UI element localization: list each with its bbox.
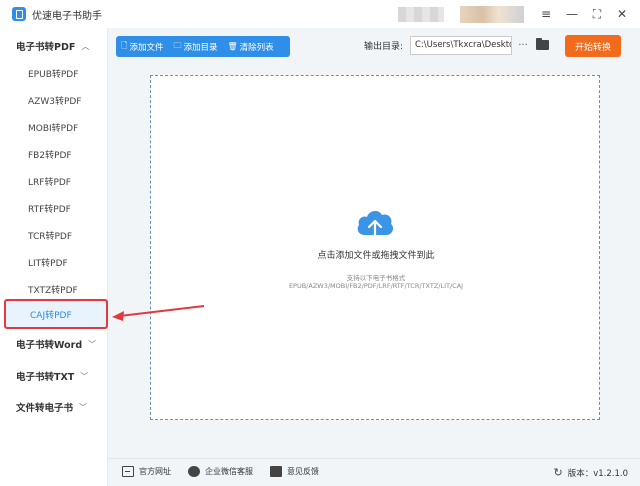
footer-bar: 官方网址 企业微信客服 意见反馈 ↻ 版本：v1.2.1.0 <box>108 458 640 486</box>
sidebar-group-ebook-to-txt[interactable]: 电子书转TXT ﹀ <box>0 362 108 390</box>
sidebar-item-lrf[interactable]: LRF转PDF <box>0 168 108 195</box>
sidebar-item-rtf[interactable]: RTF转PDF <box>0 195 108 222</box>
sidebar-group-ebook-to-pdf[interactable]: 电子书转PDF ︿ <box>0 32 108 60</box>
add-folder-label: 添加目录 <box>183 42 218 53</box>
drop-zone-hint: 点击添加文件或拖拽文件到此 <box>317 251 435 261</box>
chevron-up-icon: ︿ <box>81 41 90 51</box>
trash-icon: 🗑 <box>227 42 238 51</box>
red-arrow-annotation <box>112 305 205 321</box>
sidebar-item-caj[interactable]: CAJ转PDF <box>4 299 108 329</box>
sidebar-item-azw3[interactable]: AZW3转PDF <box>0 87 108 114</box>
close-icon[interactable]: ✕ <box>613 5 631 23</box>
output-dir-input[interactable]: C:\Users\Tkxcra\Deskto <box>410 36 512 55</box>
sidebar: 电子书转PDF ︿ EPUB转PDF AZW3转PDF MOBI转PDF FB2… <box>0 28 108 486</box>
sidebar-group-label: 电子书转PDF <box>16 42 76 53</box>
sidebar-group-ebook-to-word[interactable]: 电子书转Word ﹀ <box>0 330 108 358</box>
menu-icon[interactable]: ≡ <box>537 5 555 23</box>
sidebar-item-tcr[interactable]: TCR转PDF <box>0 222 108 249</box>
folder-outline-icon: 🗀 <box>173 40 182 50</box>
supported-formats-title: 支持以下电子书格式 <box>346 274 406 282</box>
chevron-down-icon: ﹀ <box>88 339 97 349</box>
sidebar-group-label: 文件转电子书 <box>16 403 74 414</box>
sidebar-item-fb2[interactable]: FB2转PDF <box>0 141 108 168</box>
wechat-support-label: 企业微信客服 <box>205 467 253 476</box>
version-label: 版本：v1.2.1.0 <box>567 468 628 479</box>
feedback-label: 意见反馈 <box>287 467 319 476</box>
clear-list-button[interactable]: 🗑 清除列表 <box>222 36 278 57</box>
cloud-upload-icon <box>357 211 394 239</box>
blurred-user-info <box>398 7 444 22</box>
file-toolbar: 🗋 添加文件 🗀 添加目录 🗑 清除列表 <box>116 36 290 57</box>
add-folder-button[interactable]: 🗀 添加目录 <box>168 36 222 57</box>
file-drop-zone[interactable]: 点击添加文件或拖拽文件到此 支持以下电子书格式 EPUB/AZW3/MOBI/F… <box>150 75 600 420</box>
add-file-label: 添加文件 <box>129 42 164 53</box>
refresh-icon: ↻ <box>553 466 563 479</box>
file-icon: 🗋 <box>121 40 128 50</box>
add-file-button[interactable]: 🗋 添加文件 <box>116 36 168 57</box>
browse-more-button[interactable]: ··· <box>516 36 530 55</box>
maximize-icon[interactable]: ⛶ <box>588 5 606 23</box>
sidebar-group-label: 电子书转Word <box>16 340 83 351</box>
sidebar-item-epub[interactable]: EPUB转PDF <box>0 60 108 87</box>
app-title: 优速电子书助手 <box>32 10 102 22</box>
website-label: 官方网址 <box>139 467 171 476</box>
start-convert-button[interactable]: 开始转换 <box>565 35 621 57</box>
output-dir-label: 输出目录: <box>364 42 404 52</box>
title-bar: 优速电子书助手 ≡ — ⛶ ✕ <box>0 0 640 28</box>
website-icon <box>122 466 134 477</box>
wechat-support-link[interactable]: 企业微信客服 <box>188 466 253 477</box>
app-logo-icon <box>12 7 26 21</box>
chevron-down-icon: ﹀ <box>80 371 89 381</box>
clear-list-label: 清除列表 <box>239 42 274 53</box>
main-panel: 🗋 添加文件 🗀 添加目录 🗑 清除列表 输出目录: C:\Users\Tkxc… <box>108 28 640 458</box>
sidebar-group-file-to-ebook[interactable]: 文件转电子书 ﹀ <box>0 393 108 421</box>
sidebar-item-lit[interactable]: LIT转PDF <box>0 249 108 276</box>
sidebar-group-label: 电子书转TXT <box>16 372 75 383</box>
version-info[interactable]: ↻ 版本：v1.2.1.0 <box>554 466 629 479</box>
chat-icon <box>188 466 200 477</box>
website-link[interactable]: 官方网址 <box>122 466 171 477</box>
sidebar-item-mobi[interactable]: MOBI转PDF <box>0 114 108 141</box>
supported-formats-list: EPUB/AZW3/MOBI/FB2/PDF/LRF/RTF/TCR/TXTZ/… <box>288 282 464 290</box>
blurred-avatar <box>460 6 524 23</box>
chevron-down-icon: ﹀ <box>79 402 88 412</box>
feedback-link[interactable]: 意见反馈 <box>270 466 319 477</box>
minimize-icon[interactable]: — <box>563 5 581 23</box>
open-folder-icon[interactable] <box>536 38 549 50</box>
feedback-icon <box>270 466 282 477</box>
